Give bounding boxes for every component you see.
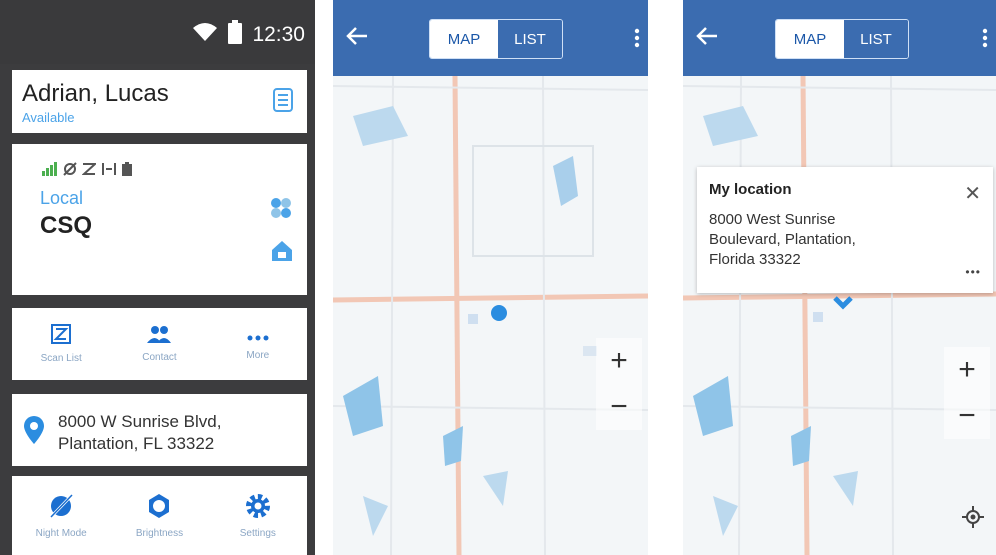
zoom-out-label: − bbox=[958, 399, 976, 432]
channel-select-icon[interactable] bbox=[269, 196, 293, 225]
my-location-dot bbox=[491, 305, 507, 321]
night-mode-icon bbox=[48, 493, 74, 524]
tab-list[interactable]: LIST bbox=[498, 20, 562, 58]
map-view[interactable] bbox=[333, 75, 648, 555]
more-label: More bbox=[246, 349, 270, 361]
contact-icon bbox=[147, 325, 172, 348]
night-mode-button[interactable]: Night Mode bbox=[12, 476, 110, 555]
contact-label: Contact bbox=[142, 352, 177, 363]
device-battery-icon bbox=[122, 162, 132, 181]
gps-off-icon bbox=[63, 162, 77, 181]
settings-icon bbox=[245, 493, 271, 524]
back-arrow-icon[interactable] bbox=[695, 24, 719, 53]
device-status-icons bbox=[42, 162, 132, 181]
location-card[interactable]: 8000 W Sunrise Blvd, Plantation, FL 3332… bbox=[12, 394, 307, 466]
view-toggle: MAP LIST bbox=[775, 19, 909, 59]
home-screen: 12:30 Adrian, Lucas Available Local CSQ … bbox=[0, 0, 315, 555]
channel-name: CSQ bbox=[40, 212, 93, 239]
battery-icon bbox=[228, 20, 243, 49]
app-bar: MAP LIST bbox=[333, 0, 648, 76]
back-arrow-icon[interactable] bbox=[345, 24, 369, 53]
status-bar: 12:30 bbox=[0, 0, 315, 64]
quick-actions: Scan List Contact More bbox=[12, 308, 307, 380]
scan-list-label: Scan List bbox=[40, 353, 82, 364]
map-tiles bbox=[333, 75, 648, 555]
talkaround-icon bbox=[101, 162, 117, 181]
settings-row: Night Mode Brightness Settings bbox=[12, 476, 307, 555]
address-line-1: 8000 W Sunrise Blvd, bbox=[58, 412, 222, 431]
details-list-icon[interactable] bbox=[273, 88, 293, 117]
scan-list-icon bbox=[51, 324, 72, 349]
wifi-icon bbox=[192, 22, 218, 47]
channel-card[interactable]: Local CSQ bbox=[12, 144, 307, 295]
view-toggle: MAP LIST bbox=[429, 19, 563, 59]
location-pin-icon bbox=[24, 416, 44, 449]
zoom-in-label: + bbox=[610, 344, 628, 377]
zoom-in-button[interactable]: + bbox=[944, 347, 990, 393]
popup-address-line-3: Florida 33322 bbox=[709, 251, 801, 268]
popup-address-line-2: Boulevard, Plantation, bbox=[709, 231, 856, 248]
zoom-controls: + − bbox=[596, 338, 642, 430]
map-screen: MAP LIST + − bbox=[333, 0, 648, 555]
scan-icon bbox=[81, 162, 98, 181]
signal-icon bbox=[42, 162, 58, 181]
brightness-label: Brightness bbox=[135, 527, 184, 539]
popup-more-icon[interactable]: ••• bbox=[965, 265, 981, 279]
popup-title: My location bbox=[709, 181, 792, 198]
location-popup: My location 8000 West Sunrise Boulevard,… bbox=[697, 167, 993, 293]
tab-map[interactable]: MAP bbox=[776, 20, 844, 58]
contact-button[interactable]: Contact bbox=[110, 308, 208, 380]
close-icon[interactable]: ✕ bbox=[964, 181, 981, 206]
zoom-in-label: + bbox=[958, 353, 976, 386]
user-status: Available bbox=[22, 110, 75, 125]
scan-list-button[interactable]: Scan List bbox=[12, 308, 110, 380]
overflow-menu-icon[interactable] bbox=[982, 28, 988, 53]
tab-list[interactable]: LIST bbox=[844, 20, 908, 58]
map-screen-with-popup: MAP LIST My location 8000 West Sunrise B… bbox=[683, 0, 996, 555]
popup-address-line-1: 8000 West Sunrise bbox=[709, 211, 836, 228]
zoom-out-label: − bbox=[610, 390, 628, 423]
settings-button[interactable]: Settings bbox=[209, 476, 307, 555]
user-name: Adrian, Lucas bbox=[22, 80, 169, 107]
brightness-button[interactable]: Brightness bbox=[110, 476, 208, 555]
tab-map[interactable]: MAP bbox=[430, 20, 498, 58]
zoom-out-button[interactable]: − bbox=[944, 393, 990, 439]
status-time: 12:30 bbox=[252, 22, 305, 46]
night-mode-label: Night Mode bbox=[35, 527, 87, 539]
map-view[interactable] bbox=[683, 75, 996, 555]
settings-label: Settings bbox=[239, 527, 276, 539]
more-icon bbox=[247, 328, 269, 346]
address-line-2: Plantation, FL 33322 bbox=[58, 434, 215, 453]
zoom-out-button[interactable]: − bbox=[596, 384, 642, 430]
zoom-in-button[interactable]: + bbox=[596, 338, 642, 384]
more-button[interactable]: More bbox=[209, 308, 307, 380]
overflow-menu-icon[interactable] bbox=[634, 28, 640, 53]
zoom-controls: + − bbox=[944, 347, 990, 439]
user-card[interactable]: Adrian, Lucas Available bbox=[12, 70, 307, 133]
map-tiles bbox=[683, 75, 996, 555]
zone-label: Local bbox=[40, 188, 84, 208]
app-bar: MAP LIST bbox=[683, 0, 996, 76]
status-icons: 12:30 bbox=[192, 20, 305, 49]
home-channel-icon[interactable] bbox=[271, 240, 293, 267]
brightness-icon bbox=[146, 493, 172, 524]
locate-me-icon[interactable] bbox=[962, 506, 984, 533]
